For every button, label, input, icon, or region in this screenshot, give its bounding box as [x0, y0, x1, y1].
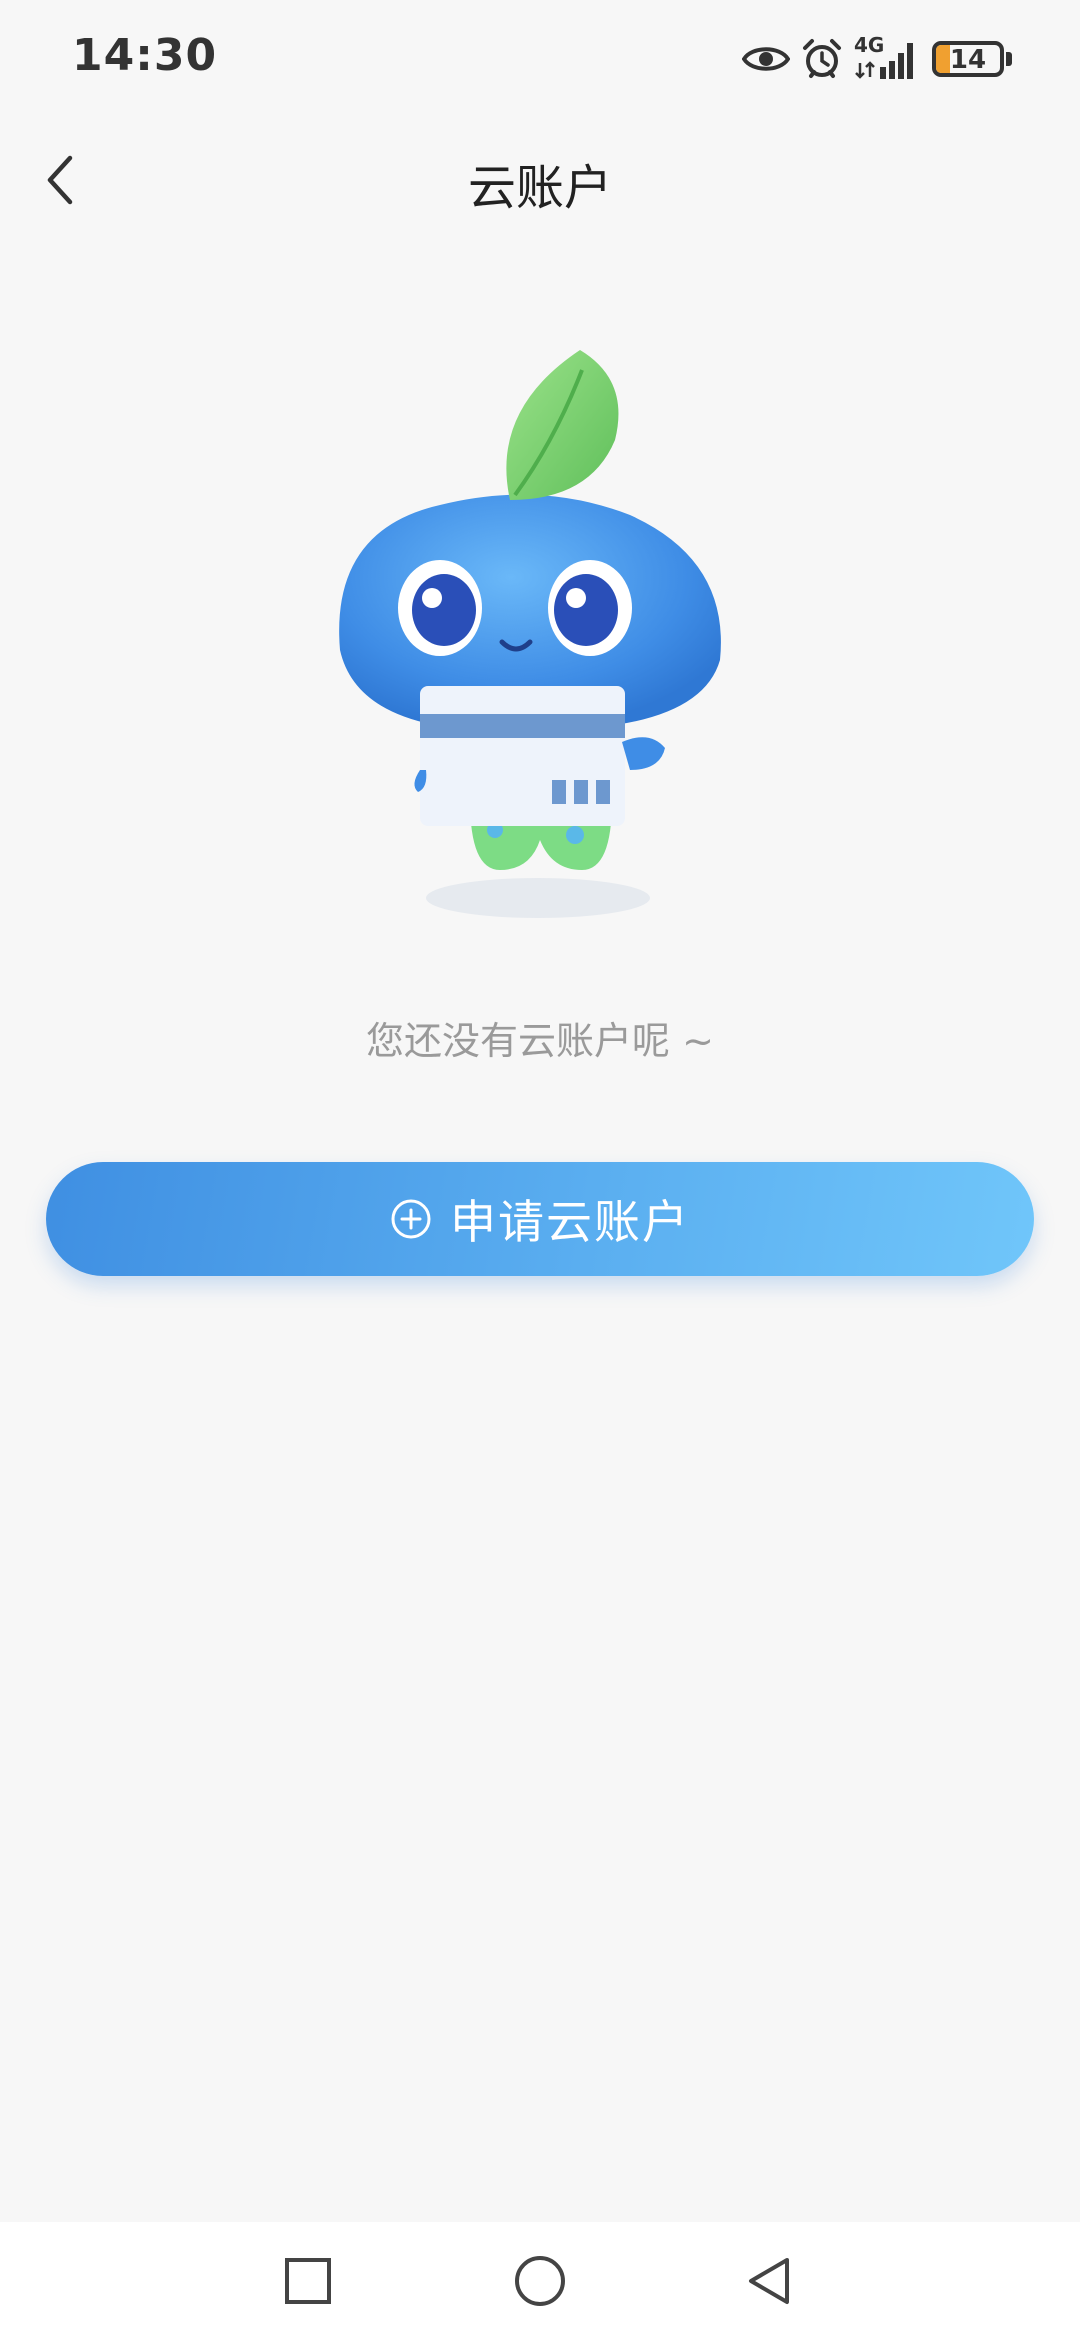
battery-level: 14: [949, 45, 987, 75]
empty-state-message: 您还没有云账户呢 ~: [366, 1019, 714, 1063]
apply-cloud-account-button[interactable]: 申请云账户: [46, 1162, 1034, 1276]
status-time: 14:30: [72, 30, 218, 81]
apply-button-label: 申请云账户: [450, 1195, 690, 1249]
battery-tip: [1006, 52, 1012, 66]
empty-state-illustration: [320, 330, 760, 930]
back-triangle-icon: [749, 2258, 789, 2304]
system-back-button[interactable]: [735, 2246, 805, 2316]
system-navigation-bar: [0, 2222, 1080, 2340]
status-icons: 4G 14: [742, 33, 1012, 84]
alarm-icon: [802, 38, 842, 80]
home-icon: [515, 2256, 565, 2306]
home-button[interactable]: [505, 2246, 575, 2316]
page-title: 云账户: [467, 160, 612, 216]
eye-icon: [742, 43, 790, 75]
status-bar: 14:30 4G 14: [0, 0, 1080, 120]
recent-apps-button[interactable]: [273, 2246, 343, 2316]
navigation-bar: 云账户: [0, 120, 1080, 240]
recent-apps-icon: [285, 2258, 331, 2304]
plus-circle-icon: [391, 1199, 431, 1239]
signal-icon: 4G: [854, 33, 920, 81]
cloud-account-screen: 14:30 4G 14 云账户 您还没有云账户呢 ~ 申请云账户: [0, 0, 1080, 2340]
battery-icon: 14: [932, 41, 1012, 77]
battery-body: 14: [932, 41, 1004, 77]
